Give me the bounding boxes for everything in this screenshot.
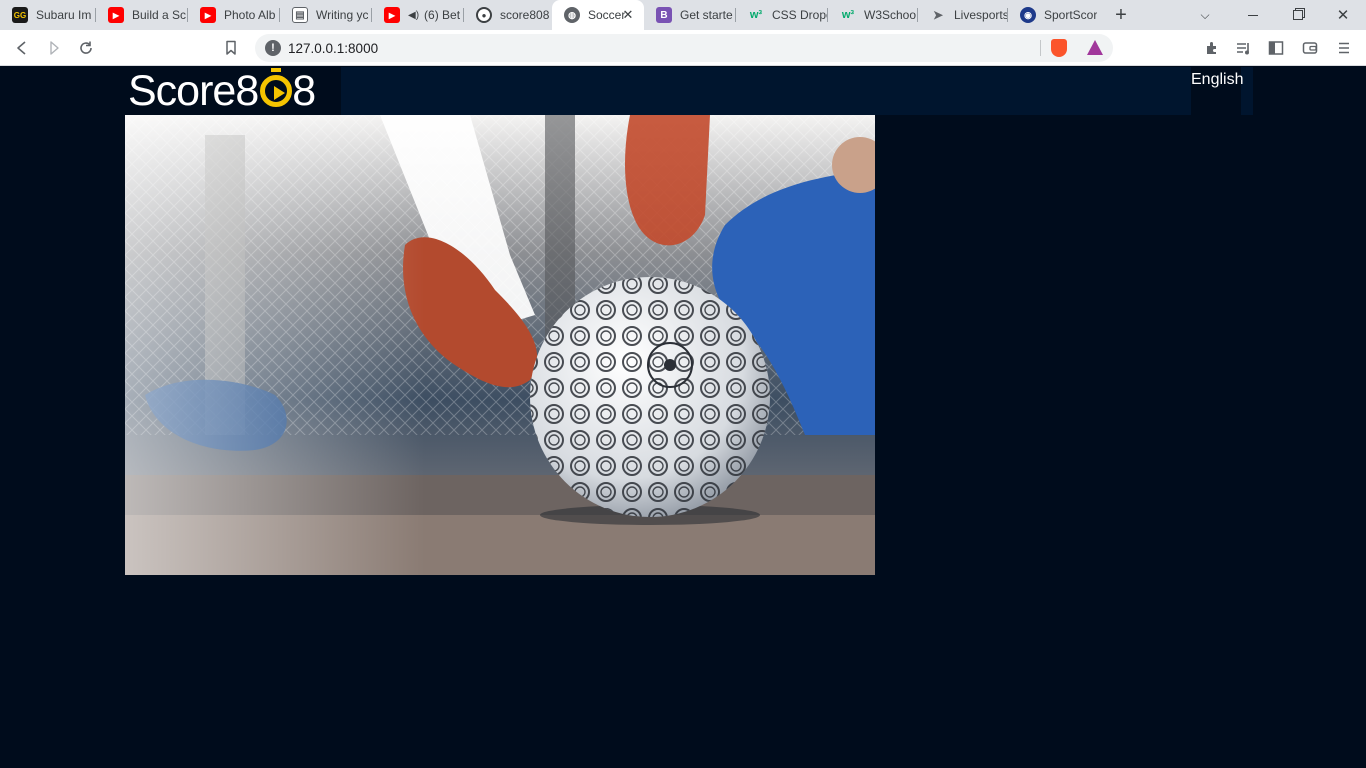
w3schools-icon: w³ [749,9,763,21]
tab-strip: GG Subaru Im ▶ Build a Sc ▶ Photo Alb ▤ … [0,0,1366,30]
tab-10[interactable]: ➤ Livesports [918,0,1008,30]
sidebar-icon[interactable] [1264,36,1288,60]
restore-icon[interactable] [1276,0,1320,30]
browser-toolbar: ! 127.0.0.1:8000 [0,30,1366,66]
tab-title: Photo Alb [224,8,276,22]
media-playlist-icon[interactable] [1232,36,1256,60]
speaker-icon: ◀) [408,9,420,21]
logo-text: Score8 [128,67,259,115]
tab-4[interactable]: ▶ ◀) (6) Bet [372,0,464,30]
soccer-hero-illustration [125,115,875,575]
tab-2[interactable]: ▶ Photo Alb [188,0,280,30]
tab-3[interactable]: ▤ Writing yc [280,0,372,30]
menu-icon[interactable] [1332,36,1356,60]
document-icon: ▤ [292,7,308,23]
globe-icon: ◍ [564,7,580,23]
site-logo[interactable]: Score8 8 [125,67,341,115]
site-info-icon[interactable]: ! [265,40,281,56]
soccer-ball-icon: ● [476,7,492,23]
tab-8[interactable]: w³ CSS Dropc [736,0,828,30]
bootstrap-icon: B [656,7,672,23]
youtube-icon: ▶ [200,7,216,23]
url-text: 127.0.0.1:8000 [288,41,379,56]
brave-shield-icon[interactable] [1051,39,1067,57]
hero-image [125,115,875,575]
youtube-icon: ▶ [108,7,124,23]
extensions-icon[interactable] [1200,36,1224,60]
wallet-icon[interactable] [1298,36,1322,60]
youtube-icon: ▶ [384,7,400,23]
tab-title: Build a Sc [132,8,187,22]
new-tab-button[interactable]: + [1108,0,1134,30]
logo-text-end: 8 [292,67,316,115]
tab-5[interactable]: ● score808 [464,0,552,30]
page-viewport: Score8 8 English [0,67,1366,768]
back-icon[interactable] [10,36,34,60]
close-tab-icon[interactable]: ✕ [620,7,636,23]
tab-6-active[interactable]: ◍ Soccer ✕ [552,0,644,30]
tab-title: Get starte [680,8,733,22]
tab-title: (6) Bet [424,8,461,22]
tab-search-chevron-icon[interactable]: ⌵ [1192,0,1218,30]
tab-title: SportScor [1044,8,1098,22]
tab-title: Writing yc [316,8,369,22]
arrow-icon: ➤ [932,8,944,22]
bookmark-icon[interactable] [219,36,243,60]
reload-icon[interactable] [74,36,98,60]
tab-title: Subaru Im [36,8,92,22]
tab-1[interactable]: ▶ Build a Sc [96,0,188,30]
tab-title: Livesports [954,8,1008,22]
minimize-icon[interactable] [1230,0,1276,30]
close-window-icon[interactable]: ✕ [1320,0,1366,30]
tab-title: CSS Dropc [772,8,828,22]
tab-7[interactable]: B Get starte [644,0,736,30]
w3schools-icon: w³ [841,9,855,21]
tab-title: score808 [500,8,550,22]
tab-9[interactable]: w³ W3Schoo [828,0,918,30]
language-selector[interactable]: English [1191,71,1243,89]
address-bar[interactable]: ! 127.0.0.1:8000 [255,34,1113,62]
tab-title: W3Schoo [864,8,917,22]
gg-icon: GG [12,7,28,23]
tab-11[interactable]: ◉ SportScor [1008,0,1098,30]
brave-rewards-icon[interactable] [1087,40,1103,55]
stopwatch-play-icon [260,68,293,107]
tab-0[interactable]: GG Subaru Im [0,0,96,30]
forward-icon[interactable] [42,36,66,60]
sportscore-icon: ◉ [1020,7,1036,23]
